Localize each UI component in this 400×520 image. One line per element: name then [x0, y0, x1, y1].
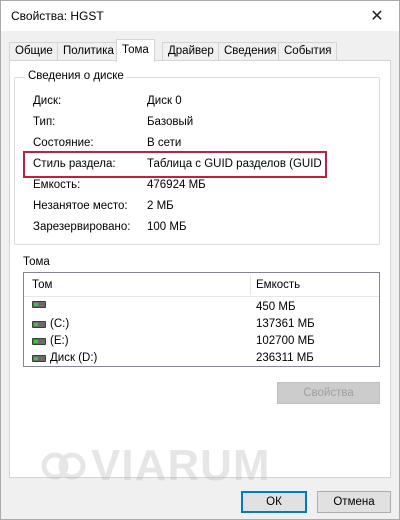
volume-capacity: 450 МБ — [256, 301, 296, 313]
disk-volume-icon — [32, 320, 46, 328]
volumes-list-header: Том Емкость — [24, 273, 379, 297]
volume-name: (C:) — [50, 318, 70, 330]
disk-label: Диск: — [33, 95, 62, 107]
column-header-volume[interactable]: Том — [32, 279, 52, 291]
column-divider[interactable] — [250, 275, 251, 295]
tab-events[interactable]: События — [278, 42, 338, 61]
volumes-section-label: Тома — [23, 256, 50, 268]
list-item[interactable]: (C:) 137361 МБ — [24, 316, 379, 334]
properties-button[interactable]: Свойства — [277, 382, 380, 404]
partition-style-value: Таблица с GUID разделов (GUID — [147, 158, 322, 170]
watermark-text: VIARUM — [91, 441, 271, 490]
unallocated-label: Незанятое место: — [33, 200, 128, 212]
type-label: Тип: — [33, 116, 56, 128]
volume-capacity: 102700 МБ — [256, 335, 315, 347]
close-icon: ✕ — [370, 8, 384, 25]
status-value: В сети — [147, 137, 182, 149]
watermark-logo — [41, 452, 86, 480]
close-button[interactable]: ✕ — [355, 1, 399, 31]
status-label: Состояние: — [33, 137, 94, 149]
volume-name: Диск (D:) — [50, 352, 98, 364]
tab-driver[interactable]: Драйвер — [162, 42, 220, 61]
list-item[interactable]: 450 МБ — [24, 299, 379, 317]
disk-value: Диск 0 — [147, 95, 182, 107]
reserved-label: Зарезервировано: — [33, 221, 131, 233]
tab-details[interactable]: Сведения — [218, 42, 283, 61]
disk-volume-icon — [32, 301, 46, 308]
disk-volume-icon — [32, 354, 46, 362]
type-value: Базовый — [147, 116, 194, 128]
tab-policy[interactable]: Политика — [57, 42, 120, 61]
watermark: VIARUM — [41, 441, 271, 491]
reserved-value: 100 МБ — [147, 221, 187, 233]
volume-name: (E:) — [50, 335, 69, 347]
partition-style-label: Стиль раздела: — [33, 158, 116, 170]
properties-dialog: Свойства: HGST ✕ Общие Политика Тома Дра… — [0, 0, 400, 520]
column-header-capacity[interactable]: Емкость — [256, 279, 300, 291]
tab-strip: Общие Политика Тома Драйвер Сведения Соб… — [9, 39, 391, 62]
list-item[interactable]: Диск (D:) 236311 МБ — [24, 350, 379, 366]
cancel-button[interactable]: Отмена — [317, 491, 391, 513]
volumes-list[interactable]: Том Емкость 450 МБ (C:) 137361 МБ (E:) 1… — [23, 272, 380, 367]
volume-capacity: 137361 МБ — [256, 318, 315, 330]
disk-volume-icon — [32, 337, 46, 345]
volume-capacity: 236311 МБ — [256, 352, 314, 364]
ok-button[interactable]: ОК — [241, 491, 307, 513]
title-bar: Свойства: HGST ✕ — [1, 1, 399, 31]
capacity-label: Емкость: — [33, 179, 81, 191]
capacity-value: 476924 МБ — [147, 179, 206, 191]
unallocated-value: 2 МБ — [147, 200, 174, 212]
tab-volumes[interactable]: Тома — [116, 39, 155, 62]
list-item[interactable]: (E:) 102700 МБ — [24, 333, 379, 351]
window-title: Свойства: HGST — [11, 9, 104, 23]
disk-info-title: Сведения о диске — [25, 70, 127, 82]
tab-general[interactable]: Общие — [9, 42, 59, 61]
